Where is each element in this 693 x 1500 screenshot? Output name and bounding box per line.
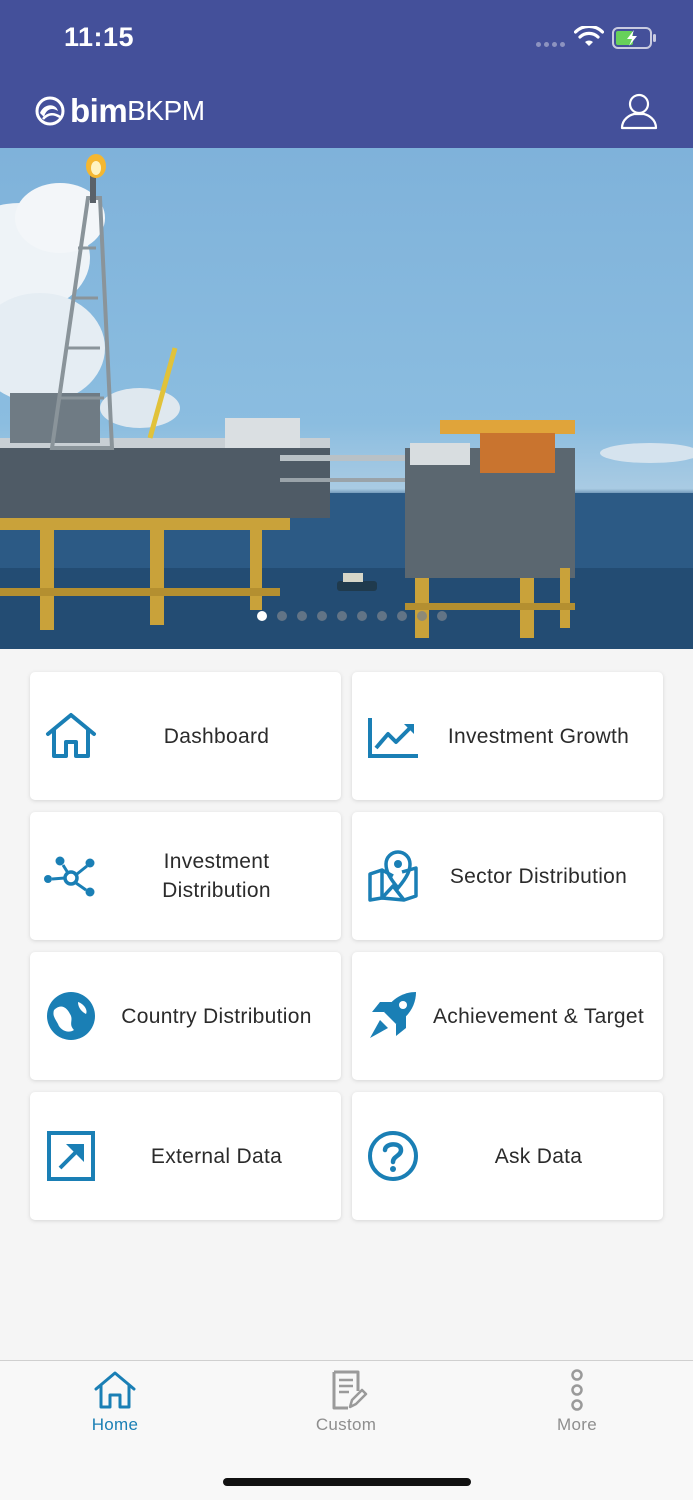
carousel-dot[interactable] bbox=[416, 611, 427, 621]
hero-banner-image[interactable] bbox=[0, 148, 693, 649]
menu-card-dashboard[interactable]: Dashboard bbox=[30, 672, 341, 800]
tab-custom[interactable]: Custom bbox=[286, 1369, 406, 1449]
app-logo: bim BKPM bbox=[34, 92, 205, 130]
menu-card-investment-growth[interactable]: Investment Growth bbox=[352, 672, 663, 800]
menu-card-achievement-target[interactable]: Achievement & Target bbox=[352, 952, 663, 1080]
rocket-icon bbox=[370, 992, 416, 1038]
menu-label: Dashboard bbox=[163, 724, 270, 748]
external-link-icon bbox=[47, 1131, 95, 1181]
cellular-signal-icon bbox=[536, 42, 565, 47]
carousel-dot[interactable] bbox=[336, 611, 347, 621]
status-time: 11:15 bbox=[64, 22, 135, 52]
carousel-dot[interactable] bbox=[376, 611, 387, 621]
globe-icon bbox=[47, 992, 95, 1040]
tab-label: More bbox=[557, 1415, 597, 1434]
carousel-dot[interactable] bbox=[296, 611, 307, 621]
menu-label: External Data bbox=[150, 1144, 283, 1168]
user-profile-icon[interactable] bbox=[619, 91, 659, 131]
carousel-dot[interactable] bbox=[396, 611, 407, 621]
home-icon bbox=[46, 713, 96, 758]
wifi-icon bbox=[574, 26, 604, 46]
tab-more[interactable]: More bbox=[517, 1369, 637, 1449]
carousel-dot[interactable] bbox=[316, 611, 327, 621]
carousel-page-indicator[interactable] bbox=[0, 611, 693, 621]
question-icon bbox=[368, 1131, 418, 1181]
menu-label: Ask Data bbox=[494, 1144, 583, 1168]
offshore-platform-illustration bbox=[0, 154, 693, 649]
logo-bkpm: BKPM bbox=[127, 95, 205, 126]
document-edit-icon bbox=[332, 1370, 368, 1410]
tab-label: Custom bbox=[315, 1415, 377, 1434]
map-pin-icon bbox=[368, 850, 418, 902]
app-header: 11:15 bim BKPM bbox=[0, 0, 693, 148]
menu-card-ask-data[interactable]: Ask Data bbox=[352, 1092, 663, 1220]
trending-up-icon bbox=[368, 718, 418, 758]
menu-label: Country Distribution bbox=[121, 1004, 312, 1028]
home-indicator[interactable] bbox=[223, 1478, 471, 1486]
battery-charging-icon bbox=[612, 27, 656, 49]
more-vertical-icon bbox=[571, 1369, 583, 1411]
menu-card-external-data[interactable]: External Data bbox=[30, 1092, 341, 1220]
tab-label: Home bbox=[91, 1415, 139, 1434]
carousel-dot[interactable] bbox=[256, 611, 267, 621]
menu-label: Sector Distribution bbox=[449, 864, 628, 888]
tab-home[interactable]: Home bbox=[55, 1369, 175, 1449]
menu-label: Investment Growth bbox=[447, 724, 630, 748]
menu-label: Investment Distribution bbox=[162, 850, 271, 902]
home-icon bbox=[94, 1371, 136, 1409]
menu-card-country-distribution[interactable]: Country Distribution bbox=[30, 952, 341, 1080]
menu-card-investment-distribution[interactable]: Investment Distribution bbox=[30, 812, 341, 940]
logo-bim: bim bbox=[70, 92, 128, 129]
carousel-dot[interactable] bbox=[356, 611, 367, 621]
carousel-dot[interactable] bbox=[436, 611, 447, 621]
menu-label: Achievement & Target bbox=[432, 1004, 645, 1028]
menu-card-sector-distribution[interactable]: Sector Distribution bbox=[352, 812, 663, 940]
logo-swirl-icon bbox=[35, 96, 65, 126]
carousel-dot[interactable] bbox=[276, 611, 287, 621]
network-icon bbox=[44, 856, 95, 897]
